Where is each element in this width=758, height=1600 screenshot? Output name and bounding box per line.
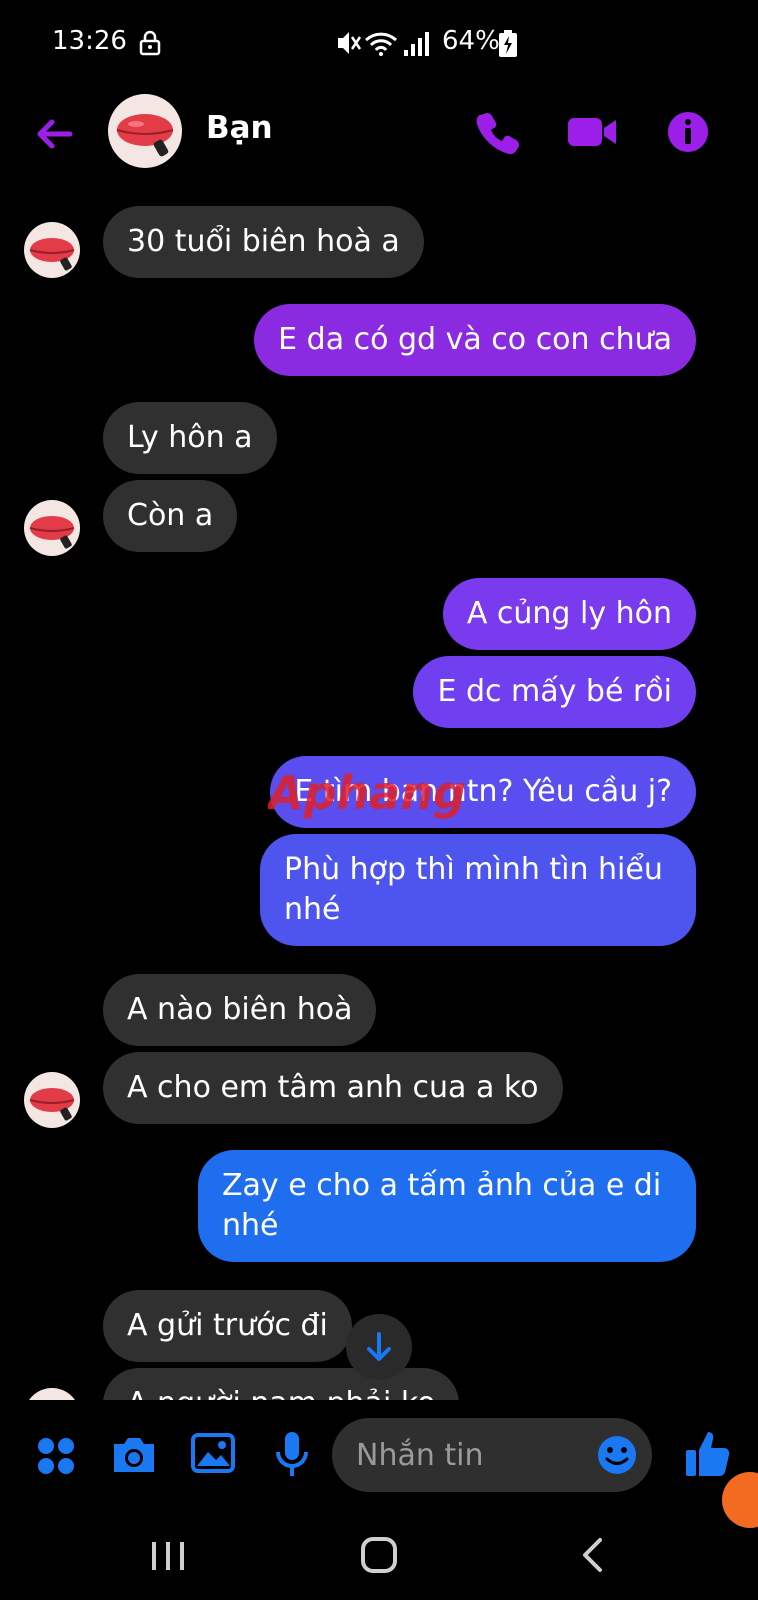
arrow-down-icon (367, 1332, 391, 1361)
conversation-header: Bạn (0, 90, 758, 190)
contact-name[interactable]: Bạn (206, 110, 273, 146)
home-icon[interactable] (360, 1536, 398, 1574)
back-arrow-icon[interactable] (30, 110, 78, 158)
signal-icon (404, 32, 429, 56)
apps-grid-icon[interactable] (36, 1436, 76, 1476)
message-bubble-incoming[interactable]: A gửi trước đi (103, 1290, 352, 1362)
back-icon[interactable] (580, 1536, 604, 1574)
mute-icon (338, 32, 362, 54)
message-bubble-outgoing[interactable]: Zay e cho a tấm ảnh của e di nhé (198, 1150, 696, 1262)
contact-avatar-small[interactable] (24, 222, 80, 278)
scroll-to-bottom-button[interactable] (346, 1314, 412, 1380)
info-icon[interactable] (664, 108, 712, 156)
gallery-image-icon[interactable] (190, 1432, 236, 1474)
watermark-logo: Aphang (268, 766, 466, 820)
message-bubble-incoming[interactable]: 30 tuổi biên hoà a (103, 206, 424, 278)
status-system-icons (338, 32, 429, 56)
message-bubble-incoming[interactable]: A cho em tâm anh cua a ko (103, 1052, 563, 1124)
emoji-icon[interactable] (596, 1434, 638, 1476)
battery-charging-icon (499, 30, 517, 57)
status-bar: 13:26 64% (0, 0, 758, 90)
contact-avatar-small[interactable] (24, 500, 80, 556)
message-bubble-incoming[interactable]: A nào biên hoà (103, 974, 377, 1046)
message-bubble-outgoing[interactable]: E dc mấy bé rồi (413, 656, 696, 728)
message-bubble-outgoing[interactable]: E da có gd và co con chưa (254, 304, 696, 376)
contact-avatar-small[interactable] (24, 1388, 80, 1400)
phone-call-icon[interactable] (474, 108, 522, 156)
system-navigation-bar (0, 1510, 758, 1600)
thumbs-up-icon[interactable] (684, 1428, 732, 1478)
message-bubble-outgoing[interactable]: Phù hợp thì mình tìn hiểu nhé (260, 834, 696, 946)
lips-avatar-image (108, 94, 182, 168)
video-call-icon[interactable] (566, 108, 618, 156)
message-composer (0, 1400, 758, 1528)
wifi-icon (364, 32, 398, 56)
status-time: 13:26 (52, 26, 127, 56)
lock-icon (139, 30, 161, 56)
message-bubble-incoming[interactable]: Ly hôn a (103, 402, 277, 474)
battery-percentage: 64% (442, 26, 500, 56)
message-bubble-outgoing[interactable]: A củng ly hôn (442, 578, 696, 650)
message-bubble-incoming[interactable]: Còn a (103, 480, 238, 552)
camera-icon[interactable] (110, 1434, 158, 1476)
microphone-icon[interactable] (274, 1430, 310, 1478)
contact-avatar[interactable] (108, 94, 182, 168)
message-input[interactable] (356, 1418, 576, 1492)
message-input-container[interactable] (332, 1418, 652, 1492)
watermark-text: Aphang (268, 766, 466, 820)
contact-avatar-small[interactable] (24, 1072, 80, 1128)
recent-apps-icon[interactable] (150, 1538, 186, 1574)
